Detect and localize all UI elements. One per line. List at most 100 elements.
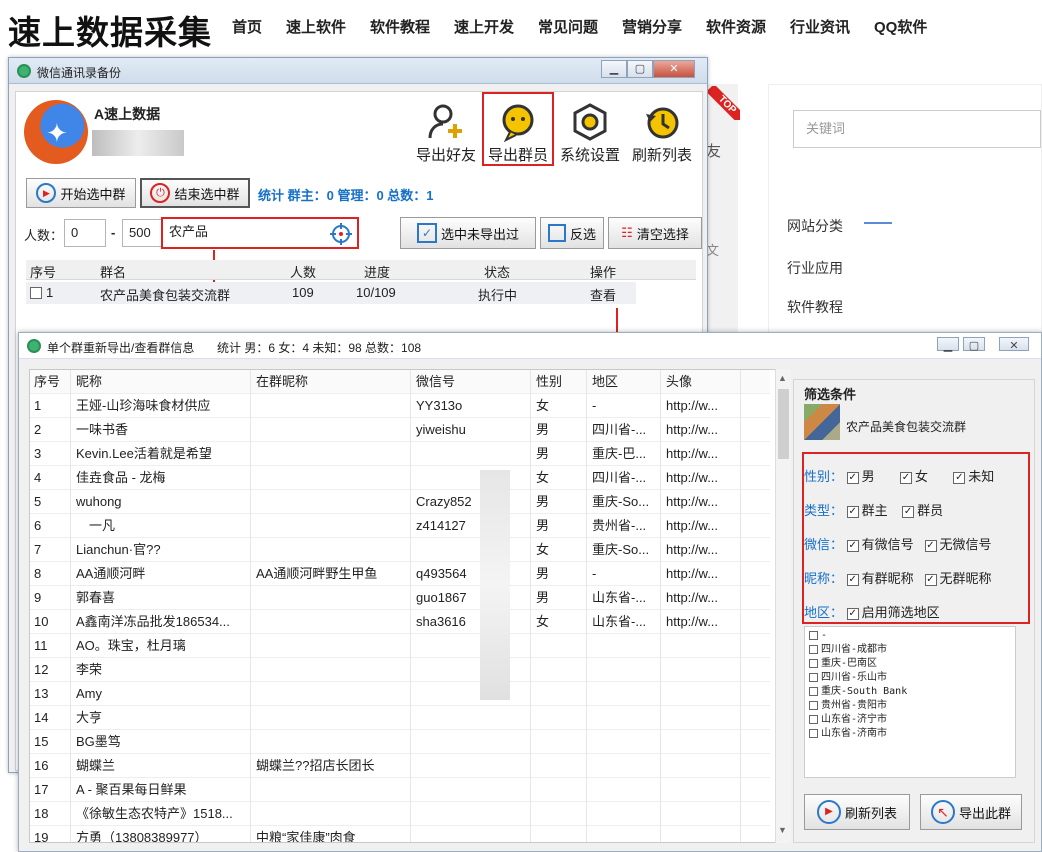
nav-software[interactable]: 速上软件: [286, 16, 346, 37]
end-select-group-button[interactable]: ⏻ 结束选中群: [140, 178, 250, 208]
table-row[interactable]: 18 《徐敏生态农特产》1518...: [30, 802, 770, 826]
col-index: 序号: [30, 265, 57, 280]
region-item[interactable]: 四川省-成都市: [809, 643, 1011, 657]
table-row[interactable]: 1 王娅-山珍海味食材供应 YY313o 女 - http://w...: [30, 394, 770, 418]
table-row[interactable]: 15 BG墨笃: [30, 730, 770, 754]
w2-maximize-button[interactable]: ▢: [963, 337, 985, 352]
table-row[interactable]: 19 方勇（13808389977） 中粮“家佳康”肉食: [30, 826, 770, 842]
member-cell: 四川省-...: [592, 470, 647, 485]
region-item[interactable]: 山东省-济宁市: [809, 713, 1011, 727]
table-row[interactable]: 9 郭春喜 guo1867 男 山东省-... http://w...: [30, 586, 770, 610]
table-row[interactable]: 7 Lianchun·官?? 女 重庆-So... http://w...: [30, 538, 770, 562]
member-cell: 郭春喜: [76, 590, 116, 605]
region-item[interactable]: -: [809, 629, 1011, 643]
site-search-input[interactable]: 关键词: [793, 110, 1041, 148]
group-avatar: [804, 404, 840, 440]
region-checkbox[interactable]: [809, 700, 818, 710]
check-icon[interactable]: ✓: [846, 607, 859, 620]
region-item[interactable]: 贵州省-贵阳市: [809, 699, 1011, 713]
region-checkbox[interactable]: [809, 714, 818, 724]
check-icon[interactable]: ✓: [846, 539, 859, 552]
refresh-members-button[interactable]: ▶ 刷新列表: [804, 794, 910, 830]
side-link-categories[interactable]: 网站分类: [787, 216, 843, 236]
select-unexported-button[interactable]: ✓ 选中未导出过: [400, 217, 536, 249]
gear-icon: [573, 103, 607, 141]
table-row[interactable]: 4 佳垚食品 - 龙梅 女 四川省-... http://w...: [30, 466, 770, 490]
check-icon[interactable]: ✓: [924, 539, 937, 552]
table-row[interactable]: 17 A - 聚百果每日鲜果: [30, 778, 770, 802]
w1-titlebar[interactable]: 微信通讯录备份 ▁ ▢ ✕: [9, 58, 707, 84]
row-checkbox[interactable]: [30, 287, 42, 299]
nav-dev[interactable]: 速上开发: [454, 16, 514, 37]
member-cell: AO。珠宝，杜月璃: [76, 638, 186, 653]
table-row[interactable]: 14 大亨: [30, 706, 770, 730]
count-max-input[interactable]: 500: [122, 219, 162, 247]
count-min-input[interactable]: 0: [64, 219, 106, 247]
side-link-industry[interactable]: 行业应用: [787, 258, 843, 278]
scroll-thumb[interactable]: [778, 389, 789, 459]
export-group-button[interactable]: ↖ 导出此群: [920, 794, 1022, 830]
close-button[interactable]: ✕: [653, 60, 695, 78]
check-icon[interactable]: ✓: [846, 505, 859, 518]
table-row[interactable]: 8 AA通顺河畔 AA通顺河畔野生甲鱼 q493564 男 - http://w...: [30, 562, 770, 586]
export-members-button[interactable]: 导出群员: [482, 102, 554, 165]
scroll-up-icon[interactable]: ▲: [778, 373, 787, 383]
system-settings-button[interactable]: 系统设置: [554, 102, 626, 165]
check-icon[interactable]: ✓: [846, 471, 859, 484]
region-checkbox[interactable]: [809, 672, 818, 682]
region-checkbox[interactable]: [809, 630, 818, 640]
region-checkbox[interactable]: [809, 686, 818, 696]
table-row[interactable]: 1 农产品美食包装交流群 109 10/109 执行中 查看: [26, 282, 636, 304]
refresh-list-button[interactable]: 刷新列表: [626, 102, 698, 165]
region-item[interactable]: 重庆-South Bank: [809, 685, 1011, 699]
nav-news[interactable]: 行业资讯: [790, 16, 850, 37]
w2-titlebar[interactable]: 单个群重新导出/查看群信息 统计 男：6 女：4 未知：98 总数：108 ▁ …: [19, 333, 1041, 359]
nav-tutorial[interactable]: 软件教程: [370, 16, 430, 37]
region-checkbox[interactable]: [809, 658, 818, 668]
start-select-group-button[interactable]: ▶ 开始选中群: [26, 178, 136, 208]
check-icon[interactable]: ✓: [902, 505, 915, 518]
group-keyword-input[interactable]: 农产品: [161, 217, 359, 249]
minimize-button[interactable]: ▁: [601, 60, 627, 78]
members-scrollbar[interactable]: ▲ ▼: [775, 369, 791, 843]
nav-qq[interactable]: QQ软件: [874, 16, 927, 37]
invert-selection-button[interactable]: 反选: [540, 217, 604, 249]
nav-faq[interactable]: 常见问题: [538, 16, 598, 37]
scroll-down-icon[interactable]: ▼: [778, 825, 787, 835]
check-icon[interactable]: ✓: [953, 471, 966, 484]
refresh-icon: ▶: [816, 800, 841, 824]
maximize-button[interactable]: ▢: [627, 60, 653, 78]
w2-minimize-button[interactable]: ▁: [937, 337, 959, 352]
clear-selection-button[interactable]: ☷ 清空选择: [608, 217, 702, 249]
row-view-link[interactable]: 查看: [590, 285, 616, 304]
members-col-header: 在群昵称: [256, 374, 309, 389]
region-checkbox[interactable]: [809, 644, 818, 654]
region-item[interactable]: 重庆-巴南区: [809, 657, 1011, 671]
region-item[interactable]: 四川省-乐山市: [809, 671, 1011, 685]
table-row[interactable]: 11 AO。珠宝，杜月璃: [30, 634, 770, 658]
table-row[interactable]: 5 wuhong Crazy852 男 重庆-So... http://w...: [30, 490, 770, 514]
table-row[interactable]: 12 李荣: [30, 658, 770, 682]
check-icon[interactable]: ✓: [924, 573, 937, 586]
table-row[interactable]: 10 A鑫南洋冻品批发186534... sha3616 女 山东省-... http:/…: [30, 610, 770, 634]
table-row[interactable]: 2 一味书香 yiweishu 男 四川省-... http://w...: [30, 418, 770, 442]
nav-marketing[interactable]: 营销分享: [622, 16, 682, 37]
side-link-tutorial[interactable]: 软件教程: [787, 297, 843, 317]
play-icon: ▶: [36, 183, 57, 203]
type-owner: 群主: [861, 503, 888, 518]
table-row[interactable]: 13 Amy: [30, 682, 770, 706]
region-item[interactable]: 山东省-济南市: [809, 727, 1011, 741]
gender-unknown: 未知: [968, 469, 995, 484]
table-row[interactable]: 3 Kevin.Lee活着就是希望 男 重庆-巴... http://w...: [30, 442, 770, 466]
member-cell: guo1867: [416, 590, 467, 605]
check-icon[interactable]: ✓: [899, 471, 912, 484]
nav-resources[interactable]: 软件资源: [706, 16, 766, 37]
table-row[interactable]: 16 蝴蝶兰 蝴蝶兰??招店长团长: [30, 754, 770, 778]
w2-close-button[interactable]: ✕: [999, 337, 1029, 352]
export-friends-button[interactable]: 导出好友: [410, 102, 482, 165]
check-icon[interactable]: ✓: [846, 573, 859, 586]
table-row[interactable]: 6 一凡 z414127 男 贵州省-... http://w...: [30, 514, 770, 538]
region-checkbox[interactable]: [809, 728, 818, 738]
region-list[interactable]: - 四川省-成都市 重庆-巴南区 四川省-乐山市 重庆-South Bank 贵州省-贵阳…: [804, 626, 1016, 778]
nav-home[interactable]: 首页: [232, 16, 262, 37]
